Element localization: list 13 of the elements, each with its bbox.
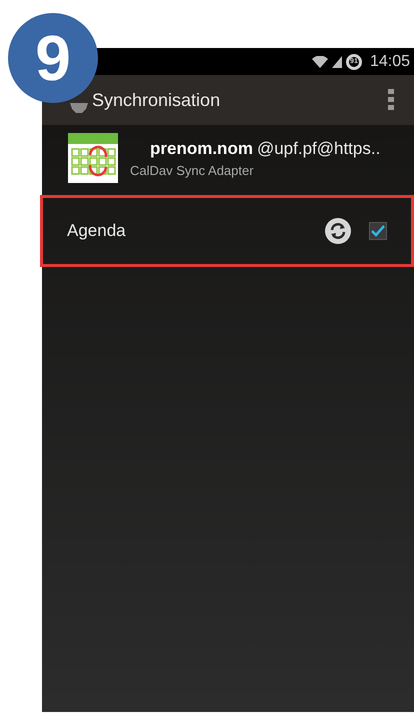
signal-icon: [332, 56, 342, 68]
sync-checkbox[interactable]: [369, 222, 387, 240]
calendar-sync-icon: [68, 133, 118, 183]
sync-item-label: Agenda: [67, 220, 126, 242]
sync-item-row[interactable]: Agenda: [40, 195, 414, 267]
account-name: prenom.nom: [150, 138, 253, 160]
checkmark-icon: [371, 225, 385, 237]
account-address: @upf.pf@https..: [256, 138, 380, 160]
clock: 14:05: [370, 52, 410, 72]
account-type: CalDav Sync Adapter: [130, 162, 255, 180]
sync-icon[interactable]: [325, 218, 351, 244]
overflow-menu-icon[interactable]: [388, 89, 394, 111]
wifi-icon: [312, 56, 328, 68]
